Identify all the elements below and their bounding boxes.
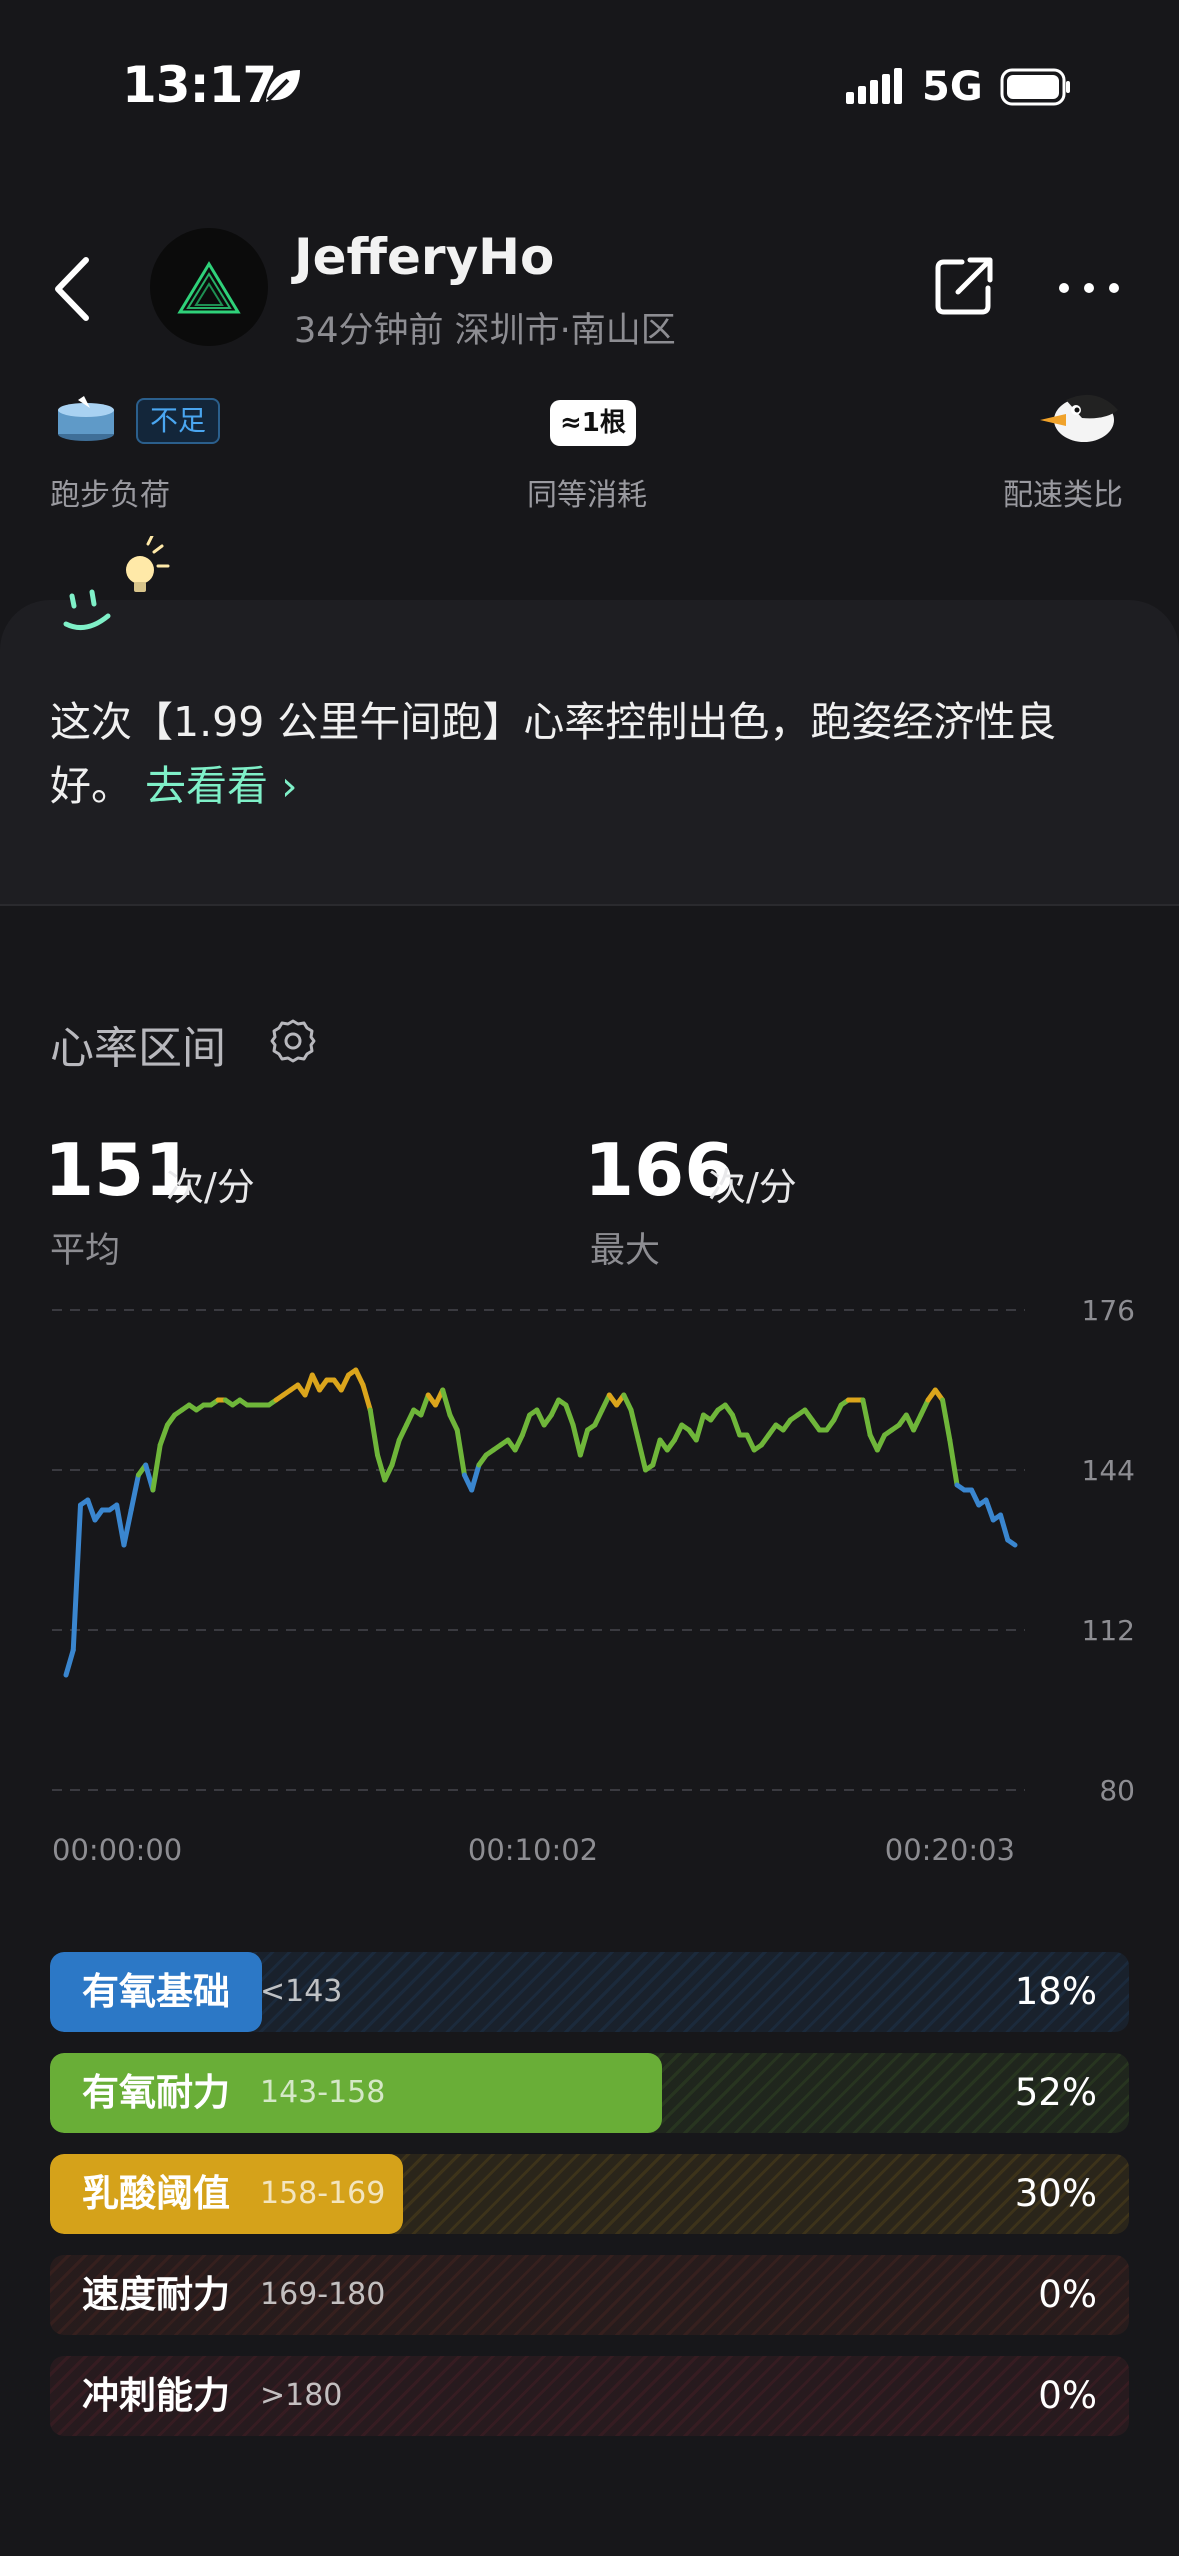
insight-text-block: 这次【1.99 公里午间跑】心率控制出色，跑姿经济性良好。 去看看 › — [50, 690, 1120, 818]
hr-line-segment — [121, 1507, 134, 1548]
equivalent-badge: ≈1根 — [550, 400, 636, 446]
zone-name: 冲刺能力 — [82, 2374, 230, 2417]
hr-line-segment — [1005, 1537, 1018, 1548]
zone-row: 速度耐力 169-180 0% — [50, 2255, 1129, 2335]
hr-line-segment — [375, 1452, 388, 1483]
hr-line-segment — [389, 1437, 402, 1468]
zone-percent: 30% — [1014, 2172, 1097, 2215]
zone-name: 速度耐力 — [82, 2273, 230, 2316]
zone-name: 乳酸阈值 — [82, 2172, 230, 2215]
training-load-icon — [58, 396, 114, 441]
hr-line-segment — [360, 1382, 373, 1413]
y-tick-label: 144 — [1082, 1454, 1135, 1487]
leaf-icon — [266, 70, 300, 102]
hr-line-segment — [418, 1392, 431, 1418]
zone-row: 乳酸阈值 158-169 30% — [50, 2154, 1129, 2234]
x-tick-label: 00:10:02 — [468, 1833, 598, 1867]
zone-row: 有氧耐力 143-158 52% — [50, 2053, 1129, 2133]
stat-label-equivalent: 同等消耗 — [527, 478, 647, 513]
hr-line-segment — [729, 1412, 743, 1438]
hr-line-segment — [563, 1402, 576, 1428]
max-hr-unit: 次/分 — [708, 1165, 797, 1209]
hr-line-segment — [440, 1387, 453, 1418]
hr-line-segment — [628, 1407, 641, 1443]
avg-hr-label: 平均 — [50, 1231, 121, 1271]
network-type: 5G — [922, 64, 983, 110]
status-time: 13:17 — [122, 56, 277, 114]
back-icon[interactable] — [52, 256, 92, 322]
view-more-link[interactable]: 去看看 › — [145, 762, 297, 810]
zone-row: 冲刺能力 >180 0% — [50, 2356, 1129, 2436]
stat-label-pace: 配速类比 — [1003, 478, 1123, 513]
zone-range: <143 — [260, 1974, 343, 2009]
zone-percent: 0% — [1038, 2273, 1097, 2316]
more-icon[interactable] — [1056, 278, 1122, 298]
hr-line-segment — [70, 1502, 83, 1653]
zone-percent: 52% — [1014, 2071, 1097, 2114]
x-tick-label: 00:20:03 — [885, 1833, 1015, 1867]
hr-line-segment — [998, 1512, 1011, 1543]
zone-name: 有氧基础 — [82, 1970, 230, 2013]
hr-line-segment — [469, 1462, 482, 1493]
battery-icon — [1000, 68, 1070, 106]
gear-icon[interactable] — [270, 1018, 316, 1064]
hr-line-segment — [577, 1427, 591, 1458]
section-title: 心率区间 — [50, 1023, 226, 1074]
stat-label-load: 跑步负荷 — [50, 478, 170, 513]
load-status-tag: 不足 — [136, 398, 221, 444]
hr-line-segment — [947, 1437, 960, 1488]
hr-line-segment — [983, 1497, 996, 1523]
y-tick-label: 112 — [1082, 1614, 1135, 1647]
zone-range: 143-158 — [260, 2075, 386, 2110]
hr-line-segment — [454, 1427, 467, 1478]
post-time-location: 34分钟前 深圳市·南山区 — [294, 311, 676, 351]
max-hr-label: 最大 — [590, 1231, 661, 1271]
signal-icon — [846, 68, 902, 104]
hr-line-segment — [940, 1397, 953, 1443]
hr-line-segment — [63, 1647, 76, 1678]
hr-line-segment — [157, 1422, 170, 1448]
hr-line-segment — [367, 1407, 381, 1458]
hr-line-segment — [128, 1472, 141, 1513]
hr-line-segment — [150, 1442, 163, 1493]
avatar-logo-icon — [177, 261, 241, 314]
hr-line-segment — [860, 1397, 873, 1438]
hr-line-segment — [635, 1437, 649, 1473]
hr-line-segment — [693, 1412, 706, 1443]
penguin-icon — [1040, 394, 1118, 442]
zone-range: 158-169 — [260, 2176, 386, 2211]
y-tick-label: 176 — [1082, 1294, 1135, 1327]
y-tick-label: 80 — [1099, 1774, 1135, 1807]
hr-line-segment — [650, 1437, 663, 1468]
hr-line-segment — [85, 1497, 98, 1523]
avg-hr-unit: 次/分 — [166, 1165, 255, 1209]
zone-range: 169-180 — [260, 2277, 386, 2312]
x-tick-label: 00:00:00 — [52, 1833, 182, 1867]
hr-line-segment — [519, 1412, 533, 1438]
heart-rate-chart: 176 144 112 80 00:00:00 00:10:02 00:20:03 — [52, 1294, 1135, 1867]
zone-percent: 0% — [1038, 2374, 1097, 2417]
zone-name: 有氧耐力 — [82, 2071, 230, 2114]
username[interactable]: JefferyHo — [294, 228, 554, 286]
avatar[interactable] — [150, 228, 268, 346]
zone-row: 有氧基础 <143 18% — [50, 1952, 1129, 2032]
share-icon[interactable] — [934, 254, 996, 316]
lightbulb-mascot-icon — [63, 536, 170, 631]
zone-percent: 18% — [1014, 1970, 1097, 2013]
zone-range: >180 — [260, 2378, 343, 2413]
